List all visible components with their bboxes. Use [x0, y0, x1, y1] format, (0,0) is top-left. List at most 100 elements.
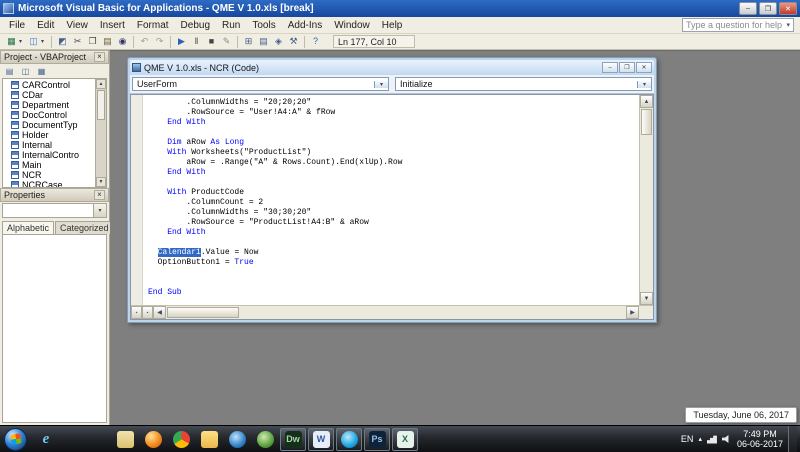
procedure-view-button[interactable]: ▪: [131, 306, 142, 319]
scroll-right-icon[interactable]: ▶: [626, 306, 639, 319]
chrome-icon[interactable]: [168, 428, 194, 451]
view-excel-icon[interactable]: ▦: [4, 35, 19, 48]
code-window-titlebar[interactable]: QME V 1.0.xls - NCR (Code) – ❐ ✕: [130, 60, 654, 75]
full-module-view-button[interactable]: ▪: [142, 306, 153, 319]
folder-icon[interactable]: [196, 428, 222, 451]
menu-insert[interactable]: Insert: [94, 19, 131, 32]
volume-icon[interactable]: [722, 435, 732, 444]
menu-tools[interactable]: Tools: [246, 19, 281, 32]
tree-item-internalcontro[interactable]: InternalContro: [11, 150, 95, 160]
find-icon[interactable]: ◉: [115, 35, 130, 48]
language-indicator[interactable]: EN: [681, 434, 694, 444]
view-object-icon[interactable]: ◫: [19, 65, 32, 77]
menu-run[interactable]: Run: [216, 19, 246, 32]
scroll-left-icon[interactable]: ◀: [153, 306, 166, 319]
child-restore-button[interactable]: ❐: [619, 62, 635, 73]
scroll-down-icon[interactable]: ▼: [96, 177, 106, 187]
code-pane[interactable]: .ColumnWidths = "20;20;20" .RowSource = …: [143, 95, 639, 305]
tab-alphabetic[interactable]: Alphabetic: [2, 221, 54, 234]
menu-file[interactable]: File: [3, 19, 31, 32]
excel-icon[interactable]: X: [392, 428, 418, 451]
scrollbar-track[interactable]: [640, 136, 653, 292]
scrollbar-thumb[interactable]: [167, 307, 239, 318]
tree-item-carcontrol[interactable]: CARControl: [11, 80, 95, 90]
procedure-dropdown[interactable]: Initialize ▾: [395, 77, 652, 91]
word-icon[interactable]: W: [308, 428, 334, 451]
insert-userform-icon-dropdown[interactable]: ▾: [41, 38, 48, 45]
tree-item-documenttyp[interactable]: DocumentTyp: [11, 120, 95, 130]
project-tree-scrollbar[interactable]: ▲ ▼: [95, 79, 106, 187]
run-icon[interactable]: ▶: [174, 35, 189, 48]
tree-item-main[interactable]: Main: [11, 160, 95, 170]
project-explorer-icon[interactable]: ⊞: [241, 35, 256, 48]
menu-help[interactable]: Help: [376, 19, 409, 32]
maximize-button[interactable]: ❐: [759, 2, 777, 15]
break-icon[interactable]: ‖: [189, 35, 204, 48]
tree-item-cdar[interactable]: CDar: [11, 90, 95, 100]
network-icon[interactable]: [707, 435, 717, 444]
help-icon[interactable]: ?: [308, 35, 323, 48]
sticky-note-icon[interactable]: [112, 428, 138, 451]
menu-format[interactable]: Format: [131, 19, 175, 32]
properties-window-icon[interactable]: ▤: [256, 35, 271, 48]
tree-item-ncrcase[interactable]: NCRCase: [11, 180, 95, 187]
cut-icon[interactable]: ✂: [70, 35, 85, 48]
scrollbar-track[interactable]: [240, 306, 626, 319]
menu-window[interactable]: Window: [328, 19, 376, 32]
hidden-icons-button[interactable]: ▴: [698, 435, 702, 443]
properties-list[interactable]: [2, 234, 107, 423]
chevron-down-icon[interactable]: ▾: [637, 81, 651, 88]
close-button[interactable]: ✕: [779, 2, 797, 15]
question-box[interactable]: Type a question for help ▾: [682, 18, 794, 32]
child-close-button[interactable]: ✕: [636, 62, 652, 73]
menu-view[interactable]: View: [60, 19, 94, 32]
design-mode-icon[interactable]: ✎: [219, 35, 234, 48]
project-panel-close-icon[interactable]: ×: [94, 52, 105, 62]
scroll-up-icon[interactable]: ▲: [640, 95, 653, 108]
vertical-scrollbar[interactable]: ▲ ▼: [639, 95, 653, 305]
tree-item-ncr[interactable]: NCR: [11, 170, 95, 180]
menu-addins[interactable]: Add-Ins: [282, 19, 328, 32]
media-player-icon[interactable]: [224, 428, 250, 451]
scrollbar-thumb[interactable]: [641, 109, 652, 135]
properties-object-combo[interactable]: ▾: [2, 203, 107, 218]
menu-debug[interactable]: Debug: [175, 19, 216, 32]
scroll-down-icon[interactable]: ▼: [640, 292, 653, 305]
firefox-icon[interactable]: [140, 428, 166, 451]
photoshop-icon[interactable]: Ps: [364, 428, 390, 451]
menu-edit[interactable]: Edit: [31, 19, 60, 32]
messenger-icon[interactable]: [252, 428, 278, 451]
scrollbar-track[interactable]: [96, 121, 106, 177]
chevron-down-icon[interactable]: ▾: [374, 81, 388, 88]
chevron-down-icon[interactable]: ▾: [93, 204, 106, 217]
redo-icon[interactable]: ↷: [152, 35, 167, 48]
reset-icon[interactable]: ■: [204, 35, 219, 48]
tree-item-doccontrol[interactable]: DocControl: [11, 110, 95, 120]
properties-panel-close-icon[interactable]: ×: [94, 190, 105, 200]
undo-icon[interactable]: ↶: [137, 35, 152, 48]
scroll-up-icon[interactable]: ▲: [96, 79, 106, 89]
object-dropdown[interactable]: UserForm ▾: [132, 77, 389, 91]
taskbar-clock[interactable]: 7:49 PM 06-06-2017: [737, 429, 783, 449]
start-button[interactable]: [4, 428, 27, 451]
toggle-folders-icon[interactable]: ▦: [35, 65, 48, 77]
toolbox-icon[interactable]: ⚒: [286, 35, 301, 48]
view-code-icon[interactable]: ▤: [3, 65, 16, 77]
horizontal-scrollbar[interactable]: ▪ ▪ ◀ ▶: [131, 305, 653, 319]
insert-userform-icon[interactable]: ◫: [26, 35, 41, 48]
minimize-button[interactable]: –: [739, 2, 757, 15]
tree-item-holder[interactable]: Holder: [11, 130, 95, 140]
skype-icon[interactable]: [336, 428, 362, 451]
copy-icon[interactable]: ❐: [85, 35, 100, 48]
child-minimize-button[interactable]: –: [602, 62, 618, 73]
tree-item-department[interactable]: Department: [11, 100, 95, 110]
tab-categorized[interactable]: Categorized: [55, 221, 114, 234]
view-excel-icon-dropdown[interactable]: ▾: [19, 38, 26, 45]
object-browser-icon[interactable]: ◈: [271, 35, 286, 48]
save-icon[interactable]: ◩: [55, 35, 70, 48]
paste-icon[interactable]: ▤: [100, 35, 115, 48]
tree-item-internal[interactable]: Internal: [11, 140, 95, 150]
scrollbar-thumb[interactable]: [97, 90, 105, 120]
internet-explorer-icon[interactable]: e: [33, 428, 59, 451]
dreamweaver-icon[interactable]: Dw: [280, 428, 306, 451]
